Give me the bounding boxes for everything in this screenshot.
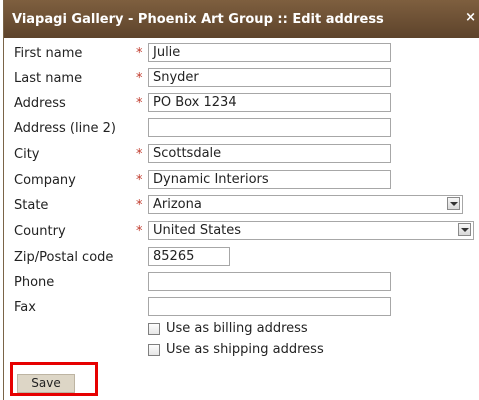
company-row: Company * Dynamic Interiors xyxy=(4,169,479,193)
fax-label: Fax xyxy=(14,300,36,315)
billing-checkbox-label[interactable]: Use as billing address xyxy=(166,321,308,336)
city-row: City * Scottsdale xyxy=(4,143,479,167)
state-select-value: Arizona xyxy=(153,197,202,212)
chevron-down-icon[interactable] xyxy=(447,197,460,210)
state-label: State xyxy=(14,198,49,213)
country-row: Country * United States xyxy=(4,220,479,244)
fax-input[interactable] xyxy=(148,297,391,316)
state-select[interactable]: Arizona xyxy=(148,195,463,214)
city-label: City xyxy=(14,147,40,162)
shipping-checkbox-label[interactable]: Use as shipping address xyxy=(166,342,324,357)
country-select-value: United States xyxy=(153,223,242,238)
last-name-label: Last name xyxy=(14,71,83,86)
required-marker: * xyxy=(136,46,143,61)
address-label: Address xyxy=(14,96,66,111)
required-marker: * xyxy=(136,147,143,162)
zip-input[interactable]: 85265 xyxy=(148,247,230,266)
address-row: Address * PO Box 1234 xyxy=(4,92,479,116)
edit-address-dialog: Viapagi Gallery - Phoenix Art Group :: E… xyxy=(3,0,479,400)
dialog-titlebar[interactable]: Viapagi Gallery - Phoenix Art Group :: E… xyxy=(4,0,479,38)
address-line2-label: Address (line 2) xyxy=(14,121,116,136)
phone-row: Phone xyxy=(4,271,479,295)
required-marker: * xyxy=(136,224,143,239)
company-label: Company xyxy=(14,173,76,188)
required-marker: * xyxy=(136,71,143,86)
phone-label: Phone xyxy=(14,275,55,290)
address-line2-input[interactable] xyxy=(148,118,391,137)
save-button[interactable]: Save xyxy=(17,374,75,393)
last-name-input[interactable]: Snyder xyxy=(148,68,391,87)
city-input[interactable]: Scottsdale xyxy=(148,144,391,163)
chevron-down-icon[interactable] xyxy=(458,223,471,236)
country-select[interactable]: United States xyxy=(148,221,474,240)
company-input[interactable]: Dynamic Interiors xyxy=(148,170,391,189)
first-name-input[interactable]: Julie xyxy=(148,43,391,62)
zip-row: Zip/Postal code 85265 xyxy=(4,246,479,270)
dialog-title: Viapagi Gallery - Phoenix Art Group :: E… xyxy=(12,12,384,27)
fax-row: Fax xyxy=(4,296,479,320)
zip-label: Zip/Postal code xyxy=(14,250,114,265)
close-icon[interactable]: × xyxy=(465,10,476,25)
billing-checkbox[interactable] xyxy=(148,323,160,335)
required-marker: * xyxy=(136,173,143,188)
last-name-row: Last name * Snyder xyxy=(4,67,479,91)
shipping-checkbox[interactable] xyxy=(148,344,160,356)
address-line2-row: Address (line 2) xyxy=(4,117,479,141)
required-marker: * xyxy=(136,96,143,111)
first-name-label: First name xyxy=(14,46,83,61)
country-label: Country xyxy=(14,224,66,239)
address-input[interactable]: PO Box 1234 xyxy=(148,93,391,112)
required-marker: * xyxy=(136,198,143,213)
state-row: State * Arizona xyxy=(4,194,479,218)
first-name-row: First name * Julie xyxy=(4,42,479,66)
phone-input[interactable] xyxy=(148,272,391,291)
